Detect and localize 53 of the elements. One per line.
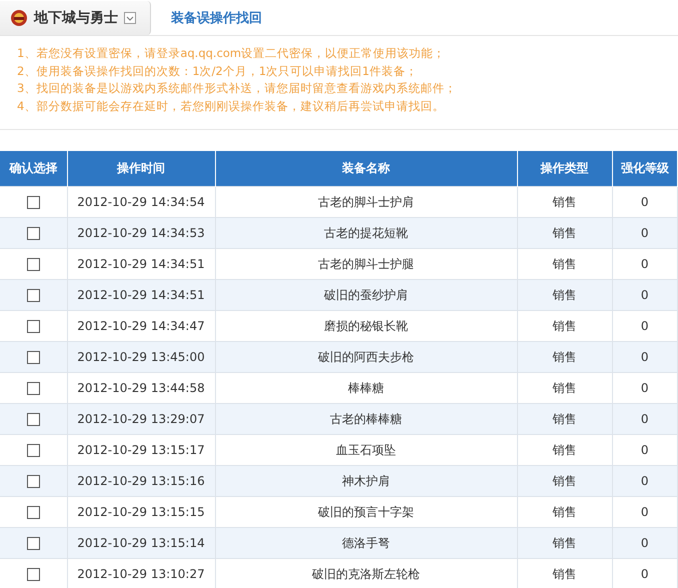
column-header: 操作时间 (67, 151, 215, 186)
checkbox[interactable] (26, 258, 40, 272)
page-title: 装备误操作找回 (171, 10, 262, 26)
table-cell: 2012-10-29 14:34:51 (67, 280, 215, 310)
table-cell: 销售 (517, 404, 612, 434)
column-header: 操作类型 (517, 151, 612, 186)
checkbox[interactable] (26, 568, 40, 582)
notice-text: 4、部分数据可能会存在延时，若您刚刚误操作装备，建议稍后再尝试申请找回。 (17, 98, 446, 114)
checkbox[interactable] (26, 227, 40, 240)
notice-text: 3、找回的装备是以游戏内系统邮件形式补送，请您届时留意查看游戏内系统邮件； (17, 80, 458, 97)
game-logo-icon (10, 8, 28, 26)
table-cell: 0 (612, 280, 678, 310)
checkbox[interactable] (26, 537, 40, 550)
checkbox[interactable] (26, 506, 40, 520)
table-cell: 古老的提花短靴 (215, 218, 517, 248)
table-cell: 2012-10-29 14:34:54 (67, 186, 215, 218)
table-cell: 2012-10-29 13:45:00 (67, 342, 215, 372)
table-cell: 破旧的蚕纱护肩 (215, 280, 517, 310)
table-cell: 0 (612, 466, 678, 496)
table-cell: 2012-10-29 13:15:14 (67, 528, 215, 558)
table-cell: 销售 (517, 280, 612, 310)
notice-text: 1、若您没有设置密保，请登录aq.qq.com设置二代密保，以便正常使用该功能； (17, 45, 446, 62)
table-cell: 古老的棒棒糖 (215, 404, 517, 434)
table-cell: 古老的脚斗士护肩 (215, 186, 517, 218)
checkbox[interactable] (26, 382, 40, 396)
checkbox[interactable] (26, 444, 40, 458)
checkbox[interactable] (26, 413, 40, 426)
dropdown-icon[interactable] (124, 12, 136, 24)
table-cell: 0 (612, 404, 678, 434)
table-cell: 销售 (517, 342, 612, 372)
column-header: 强化等级 (612, 151, 678, 186)
checkbox[interactable] (26, 475, 40, 488)
table-cell: 销售 (517, 466, 612, 496)
table-cell: 0 (612, 528, 678, 558)
table-cell: 销售 (517, 528, 612, 558)
table-cell: 2012-10-29 13:15:16 (67, 466, 215, 496)
notice-text: 2、使用装备误操作找回的次数：1次/2个月，1次只可以申请找回1件装备； (17, 62, 418, 80)
table-cell: 2012-10-29 13:29:07 (67, 404, 215, 434)
table-cell: 0 (612, 218, 678, 248)
table-cell: 破旧的阿西夫步枪 (215, 342, 517, 372)
column-header: 装备名称 (215, 151, 517, 186)
column-header: 确认选择 (0, 151, 67, 186)
checkbox[interactable] (26, 351, 40, 364)
game-name: 地下城与勇士 (34, 8, 118, 26)
game-selector[interactable]: 地下城与勇士 (0, 0, 151, 34)
table-cell: 2012-10-29 14:34:53 (67, 218, 215, 248)
table-cell: 0 (612, 342, 678, 372)
table-cell: 德洛手弩 (215, 528, 517, 558)
table-cell: 神木护肩 (215, 466, 517, 496)
checkbox[interactable] (26, 289, 40, 302)
checkbox[interactable] (26, 320, 40, 334)
table-cell: 销售 (517, 218, 612, 248)
checkbox[interactable] (26, 196, 40, 210)
